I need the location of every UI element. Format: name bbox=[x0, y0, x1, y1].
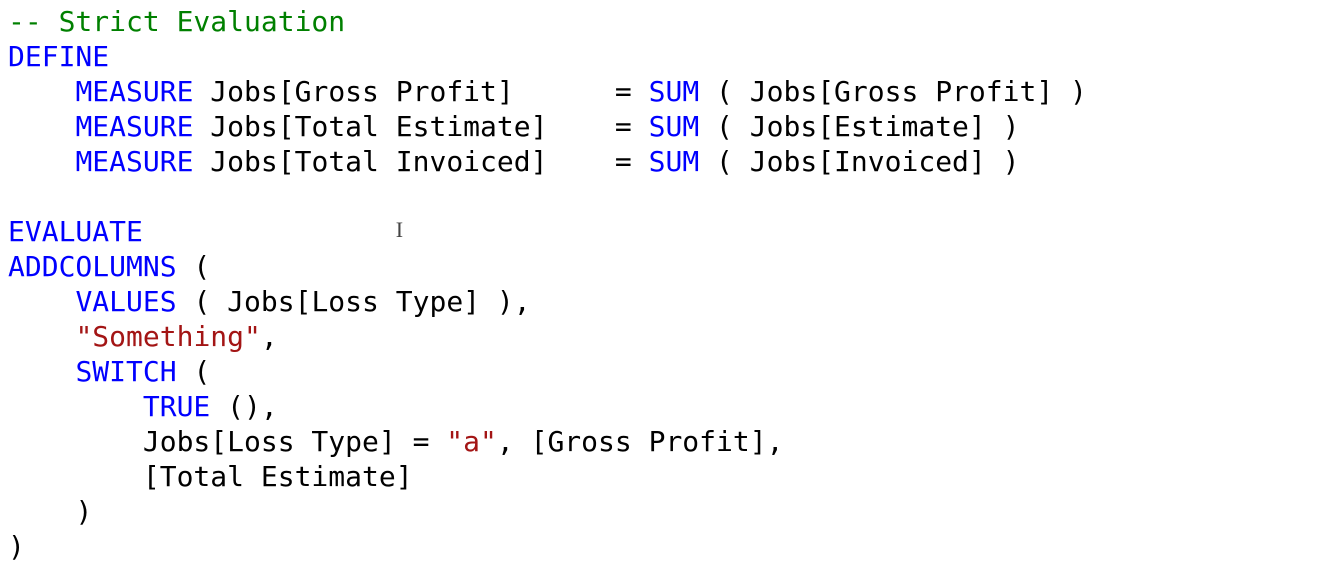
indent bbox=[8, 110, 75, 143]
paren-open: ( bbox=[177, 355, 211, 388]
kw-define: DEFINE bbox=[8, 40, 109, 73]
fn-addcolumns: ADDCOLUMNS bbox=[8, 250, 177, 283]
paren-open: ( bbox=[177, 250, 211, 283]
fn-sum: SUM bbox=[649, 75, 700, 108]
switch-case-right: , [Gross Profit], bbox=[497, 425, 784, 458]
comma: , bbox=[261, 320, 278, 353]
indent bbox=[8, 390, 143, 423]
measure3-arg: ( Jobs[Invoiced] ) bbox=[699, 145, 1019, 178]
indent bbox=[8, 75, 75, 108]
indent bbox=[8, 320, 75, 353]
values-arg: ( Jobs[Loss Type] ), bbox=[177, 285, 531, 318]
indent bbox=[8, 425, 143, 458]
fn-switch: SWITCH bbox=[75, 355, 176, 388]
string-something: "Something" bbox=[75, 320, 260, 353]
indent bbox=[8, 495, 75, 528]
eq: = bbox=[615, 145, 649, 178]
dax-code-block[interactable]: -- Strict Evaluation DEFINE MEASURE Jobs… bbox=[0, 0, 1333, 566]
string-a: "a" bbox=[446, 425, 497, 458]
indent bbox=[8, 460, 143, 493]
indent bbox=[8, 355, 75, 388]
eq: = bbox=[615, 75, 649, 108]
fn-sum: SUM bbox=[649, 145, 700, 178]
indent bbox=[8, 285, 75, 318]
switch-else: [Total Estimate] bbox=[143, 460, 413, 493]
switch-case-left: Jobs[Loss Type] = bbox=[143, 425, 446, 458]
code-comment: -- Strict Evaluation bbox=[8, 5, 345, 38]
true-tail: (), bbox=[210, 390, 277, 423]
measure3-name: Jobs[Total Invoiced] bbox=[193, 145, 614, 178]
paren-close: ) bbox=[75, 495, 92, 528]
paren-close: ) bbox=[8, 530, 25, 563]
measure1-arg: ( Jobs[Gross Profit] ) bbox=[699, 75, 1087, 108]
kw-measure: MEASURE bbox=[75, 75, 193, 108]
fn-values: VALUES bbox=[75, 285, 176, 318]
kw-measure: MEASURE bbox=[75, 145, 193, 178]
measure2-arg: ( Jobs[Estimate] ) bbox=[699, 110, 1019, 143]
fn-sum: SUM bbox=[649, 110, 700, 143]
fn-true: TRUE bbox=[143, 390, 210, 423]
eq: = bbox=[615, 110, 649, 143]
kw-evaluate: EVALUATE bbox=[8, 215, 143, 248]
measure2-name: Jobs[Total Estimate] bbox=[193, 110, 614, 143]
kw-measure: MEASURE bbox=[75, 110, 193, 143]
measure1-name: Jobs[Gross Profit] bbox=[193, 75, 614, 108]
indent bbox=[8, 145, 75, 178]
